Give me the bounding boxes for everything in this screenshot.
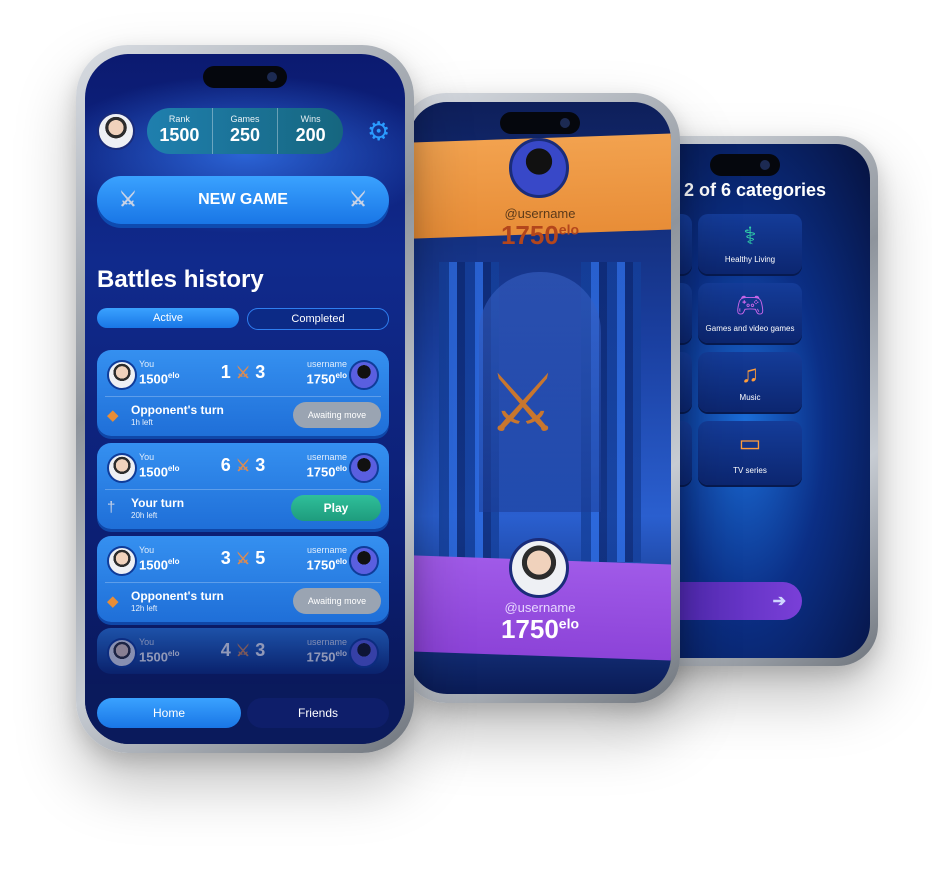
opponent-avatar — [349, 546, 379, 576]
crossed-axes-icon: ⚔ — [235, 551, 251, 568]
battle-score: 3 ⚔ 5 — [220, 548, 266, 568]
sword-icon: † — [107, 499, 116, 516]
battle-card-faded[interactable]: You 1500elo 4 ⚔ 3 username 1750elo — [97, 628, 389, 674]
battle-screen: @username 1750elo ⚔ @username 1750elo — [409, 102, 671, 694]
crossed-axes-icon: ⚔ — [487, 359, 559, 448]
category-music[interactable]: ♫ Music — [698, 352, 802, 412]
health-icon: ⚕ — [743, 223, 757, 250]
shield-icon: ◆ — [107, 407, 119, 424]
opponent-avatar — [349, 638, 379, 668]
turn-status: Your turn — [131, 496, 185, 510]
dynamic-island — [203, 66, 287, 88]
opponent-avatar — [349, 360, 379, 390]
opponent-username: @username — [504, 206, 576, 221]
phone-home: Rank 1500 Games 250 Wins 200 ⚙ ⚔ NEW GAM… — [76, 45, 414, 753]
nav-friends[interactable]: Friends — [247, 698, 389, 728]
gear-icon[interactable]: ⚙ — [367, 118, 390, 144]
category-tv-series[interactable]: ▭ TV series — [698, 421, 802, 485]
profile-avatar[interactable] — [97, 112, 135, 150]
battle-card[interactable]: You 1500elo 6 ⚔ 3 username 1750elo † You… — [97, 443, 389, 529]
tv-icon: ▭ — [738, 430, 762, 457]
stat-rank: Rank 1500 — [147, 108, 213, 154]
stat-games: Games 250 — [213, 108, 279, 154]
player-elo: 1750elo — [500, 614, 580, 644]
opponent-avatar — [349, 453, 379, 483]
player-avatar — [107, 453, 137, 483]
turn-status: Opponent's turn — [131, 589, 224, 603]
crossed-axes-icon: ⚔ — [235, 365, 251, 382]
battle-score: 6 ⚔ 3 — [220, 455, 266, 475]
phone-battle: @username 1750elo ⚔ @username 1750elo — [400, 93, 680, 703]
opponent-elo: 1750elo — [500, 220, 580, 250]
category-healthy-living[interactable]: ⚕ Healthy Living — [698, 214, 802, 274]
awaiting-move-button[interactable]: Awaiting move — [293, 402, 381, 428]
stat-wins: Wins 200 — [295, 114, 326, 145]
tab-completed[interactable]: Completed — [247, 308, 389, 330]
home-screen: Rank 1500 Games 250 Wins 200 ⚙ ⚔ NEW GAM… — [85, 54, 405, 744]
crossed-swords-icon: ⚔ — [119, 189, 137, 211]
player-username: @username — [504, 600, 576, 615]
opponent-avatar — [509, 138, 569, 198]
awaiting-move-button[interactable]: Awaiting move — [293, 588, 381, 614]
gamepad-icon: 🎮︎ — [734, 292, 766, 319]
arrow-right-icon: ➔ — [772, 593, 786, 610]
crossed-swords-icon: ⚔ — [349, 189, 367, 211]
music-note-icon: ♫ — [741, 361, 759, 388]
tab-active[interactable]: Active — [97, 308, 239, 328]
battle-card[interactable]: You 1500elo 3 ⚔ 5 username 1750elo ◆ Opp… — [97, 536, 389, 622]
stats-panel: Rank 1500 Games 250 Wins 200 — [147, 108, 343, 154]
battle-score: 1 ⚔ 3 — [220, 362, 266, 382]
categories-title: 2 of 6 categories — [684, 180, 827, 200]
player-avatar — [107, 360, 137, 390]
battle-score: 4 ⚔ 3 — [220, 640, 266, 660]
time-left: 12h left — [131, 604, 158, 613]
player-avatar — [107, 638, 137, 668]
time-left: 20h left — [131, 511, 158, 520]
turn-status: Opponent's turn — [131, 403, 224, 417]
player-avatar — [107, 546, 137, 576]
category-games[interactable]: 🎮︎ Games and video games — [698, 283, 802, 343]
shield-icon: ◆ — [107, 593, 119, 610]
nav-home[interactable]: Home — [97, 698, 241, 728]
new-game-button[interactable]: ⚔ NEW GAME ⚔ — [97, 176, 389, 224]
crossed-axes-icon: ⚔ — [235, 643, 251, 660]
dynamic-island — [500, 112, 580, 134]
player-avatar — [509, 538, 569, 598]
bottom-nav: Home Friends — [85, 684, 405, 744]
play-button[interactable]: Play — [291, 495, 381, 521]
crossed-axes-icon: ⚔ — [235, 458, 251, 475]
battle-card[interactable]: You 1500elo 1 ⚔ 3 username 1750elo ◆ Opp… — [97, 350, 389, 436]
battles-history-title: Battles history — [97, 266, 264, 293]
dynamic-island — [710, 154, 780, 176]
time-left: 1h left — [131, 418, 153, 427]
